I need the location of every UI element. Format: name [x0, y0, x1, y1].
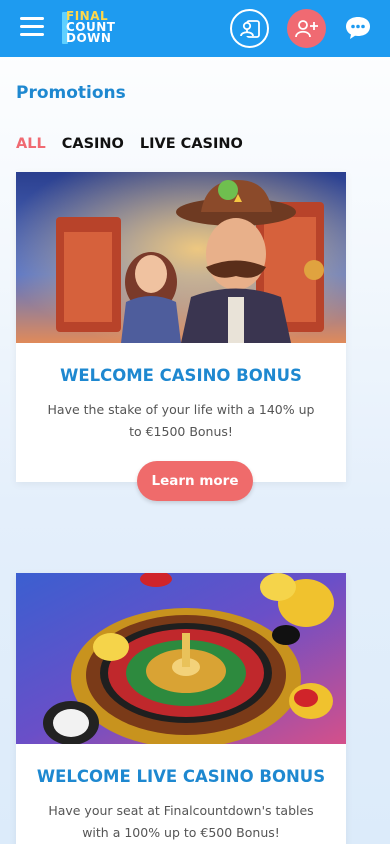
learn-more-button[interactable]: Learn more: [137, 461, 253, 501]
menu-line: [20, 33, 44, 36]
site-logo[interactable]: FINAL COUNT DOWN: [62, 10, 120, 46]
page-title: Promotions: [16, 83, 126, 103]
promo-title: WELCOME CASINO BONUS: [60, 366, 302, 385]
user-login-icon: [239, 19, 260, 38]
chat-button[interactable]: [342, 12, 374, 44]
logo-line3: DOWN: [66, 31, 112, 45]
tab-all[interactable]: ALL: [16, 136, 46, 152]
promo-image-cowboys[interactable]: [16, 172, 346, 343]
promotion-card: WELCOME LIVE CASINO BONUS Have your seat…: [16, 573, 346, 844]
user-add-icon: [294, 19, 318, 37]
tab-casino[interactable]: CASINO: [62, 136, 124, 152]
tab-live-casino[interactable]: LIVE CASINO: [140, 136, 243, 152]
chat-bubble-icon: [346, 17, 370, 39]
login-button[interactable]: [230, 9, 269, 48]
hamburger-menu-icon[interactable]: [20, 17, 44, 37]
logo-text: FINAL COUNT DOWN: [66, 10, 115, 45]
promo-description: Have the stake of your life with a 140% …: [47, 402, 315, 439]
promo-title: WELCOME LIVE CASINO BONUS: [36, 767, 326, 786]
promo-filter-tabs: ALL CASINO LIVE CASINO: [16, 136, 243, 152]
promotion-card: WELCOME CASINO BONUS Have the stake of y…: [16, 172, 346, 482]
promo-image-roulette[interactable]: [16, 573, 346, 744]
promo-description: Have your seat at Finalcountdown's table…: [48, 803, 314, 840]
register-button[interactable]: [287, 9, 326, 48]
top-app-bar: FINAL COUNT DOWN: [0, 0, 390, 57]
menu-line: [20, 17, 44, 20]
menu-line: [20, 25, 44, 28]
